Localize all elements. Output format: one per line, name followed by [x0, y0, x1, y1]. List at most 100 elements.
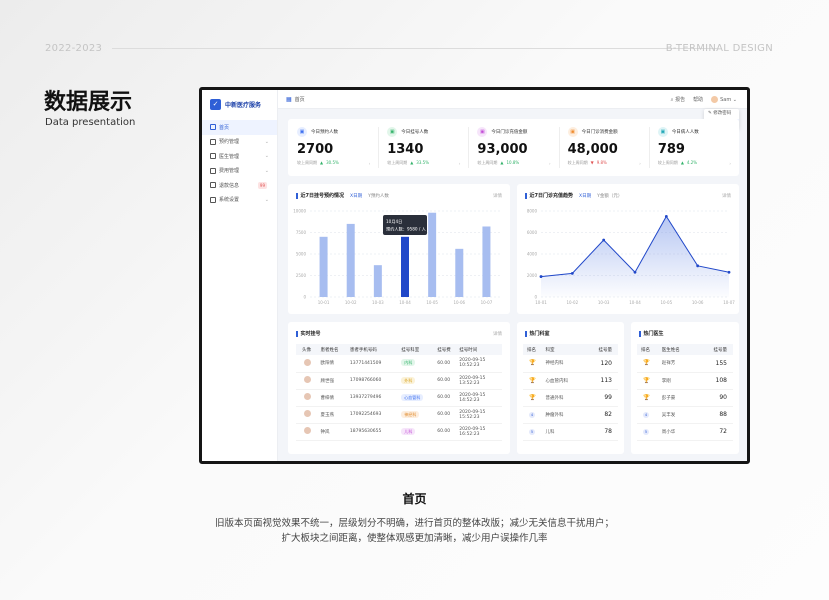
- rank-name: 肿瘤外科: [545, 406, 585, 424]
- header-divider: [112, 48, 717, 49]
- stat-pct: 4.2%: [686, 160, 698, 165]
- table-row[interactable]: 顾世强 17098766060 外科 60.00 2020-09-15 13:52:23: [296, 372, 502, 390]
- x-tick-label: 10-01: [535, 300, 547, 305]
- chevron-right-icon: ›: [639, 161, 641, 166]
- reg-time: 14:52:23: [459, 397, 480, 403]
- list-item[interactable]: 🏆 心血管内科 113: [523, 372, 618, 390]
- sidebar-item-3[interactable]: 费用管理 ⌄: [202, 164, 277, 179]
- stat-icon: ▣: [297, 127, 307, 137]
- sidebar-item-5[interactable]: 系统设置 ⌄: [202, 193, 277, 208]
- bar-chart-card: 近7日挂号预约情况 X日期 Y预约人数 详情 0 2500 5000 7500 10000 10…: [288, 184, 510, 314]
- chevron-right-icon: ›: [458, 161, 461, 166]
- x-tick-label: 10-02: [345, 300, 357, 305]
- list-item[interactable]: 🏆 彭子豪 90: [637, 389, 733, 407]
- bar: [482, 226, 491, 297]
- list-item[interactable]: 🏆 李刚 108: [637, 372, 733, 390]
- list-item[interactable]: 4 吴丰发 88: [637, 406, 733, 424]
- list-item[interactable]: 🏆 赵祥芳 155: [637, 355, 733, 373]
- column-header: 挂号量: [584, 344, 618, 355]
- y-tick-label: 4000: [527, 252, 538, 257]
- chevron-down-icon: ⌄: [264, 196, 269, 203]
- trophy-icon: 🏆: [529, 360, 536, 367]
- rank-count: 155: [695, 355, 733, 373]
- realtime-more-link[interactable]: 详情: [493, 331, 502, 337]
- rank-count: 72: [695, 423, 733, 441]
- y-tick-label: 7500: [296, 230, 307, 235]
- sidebar-item-0[interactable]: 首页: [202, 120, 277, 135]
- x-tick-label: 10-05: [661, 300, 673, 305]
- arrow-down-icon: ▼: [590, 160, 594, 165]
- menu-icon: [210, 153, 216, 160]
- sidebar-item-label: 首页: [219, 124, 230, 131]
- stat-card[interactable]: ▣ 今日预约人数 2700 较上周同期 ▲ 30.5% ›: [288, 119, 378, 176]
- dept-tag: 心血管科: [401, 393, 424, 401]
- table-row[interactable]: 欧阳倩 13771441509 内科 60.00 2020-09-15 10:52:23: [296, 355, 502, 373]
- stat-card[interactable]: ▣ 今日门诊充值金额 93,000 较上周同期 ▲ 10.8% ›: [468, 119, 558, 176]
- column-header: 头像: [296, 344, 321, 355]
- list-item[interactable]: 5 儿科 78: [523, 423, 618, 441]
- top-bar: ▦ 首页 ⌕ 报告 帮助 Sam ⌄: [278, 90, 747, 109]
- help-link[interactable]: 帮助: [693, 96, 703, 103]
- app-logo[interactable]: ✓ 中新医疗服务: [202, 90, 277, 112]
- line-more-link[interactable]: 详情: [722, 193, 731, 199]
- rank-name: 李刚: [661, 372, 696, 390]
- bar: [401, 236, 409, 297]
- bar-more-link[interactable]: 详情: [493, 193, 502, 199]
- realtime-card: 实时挂号 详情 头像 患者姓名 患者手机号码 挂号科室 挂号费 挂号时间 欧阳倩 1377144…: [288, 322, 510, 454]
- doctor-table: 排名 医生姓名 挂号量 🏆 赵祥芳 155 🏆 李刚 108 🏆 彭子豪 90 4 吴丰发 88 5 周小华 72: [637, 344, 733, 441]
- sidebar-item-label: 系统设置: [219, 197, 240, 204]
- report-link[interactable]: ⌕ 报告: [671, 96, 685, 103]
- bar: [346, 223, 355, 297]
- sidebar-item-4[interactable]: 退款信息 99: [202, 178, 277, 193]
- stat-icon: ▣: [477, 127, 488, 137]
- sidebar-item-label: 退款信息: [219, 182, 240, 189]
- app-name: 中新医疗服务: [225, 101, 262, 109]
- caption-line-1: 旧版本页面视觉效果不统一，层级划分不明确，进行首页的整体改版；减少无关信息干扰用…: [214, 518, 614, 529]
- sidebar-item-label: 预约管理: [219, 139, 240, 146]
- search-icon: ⌕: [670, 96, 674, 103]
- user-menu[interactable]: Sam ⌄: [711, 95, 737, 103]
- stat-value: 2700: [297, 142, 334, 157]
- table-row[interactable]: 钟岚 18795630655 儿科 60.00 2020-09-15 16:52:23: [296, 423, 502, 441]
- rank-count: 88: [695, 406, 733, 424]
- table-header: 头像 患者姓名 患者手机号码 挂号科室 挂号费 挂号时间: [296, 344, 502, 355]
- patient-name: 钟岚: [320, 423, 350, 441]
- line-chart-card: 近7日门诊充值趋势 X日期 Y金额（元） 详情 0 2000 4000 6000 8000 10…: [517, 184, 739, 314]
- tab-x-date[interactable]: X日期: [350, 193, 362, 199]
- trophy-icon: 🏆: [643, 377, 650, 384]
- rank-badge: 5: [529, 428, 535, 435]
- stat-card[interactable]: ▣ 今日病人人数 789 较上周同期 ▲ 4.2% ›: [648, 119, 739, 176]
- area-fill: [541, 216, 729, 297]
- rank-badge: 4: [643, 411, 649, 418]
- column-header: 科室: [545, 344, 585, 355]
- x-tick-label: 10-04: [399, 300, 411, 305]
- x-tick-label: 10-07: [723, 300, 735, 305]
- rank-name: 吴丰发: [661, 406, 696, 424]
- breadcrumb[interactable]: ▦ 首页: [286, 96, 305, 103]
- table-row[interactable]: 夏玉燕 17092254693 神经科 60.00 2020-09-15 15:52:23: [296, 406, 502, 424]
- reg-time: 16:52:23: [459, 431, 480, 437]
- user-name: Sam: [720, 96, 732, 103]
- avatar: [304, 376, 311, 383]
- chevron-down-icon: ⌄: [264, 138, 269, 145]
- stat-card[interactable]: ▣ 今日挂号人数 1340 较上周同期 ▲ 33.5% ›: [378, 119, 468, 176]
- tab-y-count[interactable]: Y预约人数: [368, 193, 389, 199]
- list-item[interactable]: 🏆 神经内科 120: [523, 355, 618, 373]
- x-tick-label: 10-06: [453, 300, 465, 305]
- tab-y-amount[interactable]: Y金额（元）: [597, 193, 622, 199]
- sidebar-item-2[interactable]: 医生管理 ⌄: [202, 149, 277, 164]
- rank-name: 心血管内科: [545, 372, 585, 390]
- list-item[interactable]: 🏆 普通外科 99: [523, 389, 618, 407]
- x-tick-label: 10-04: [629, 300, 641, 305]
- tab-x-date-2[interactable]: X日期: [579, 193, 591, 199]
- dept-tag: 神经科: [401, 410, 420, 418]
- patient-name: 顾世强: [320, 372, 350, 390]
- stat-card[interactable]: ▣ 今日门诊消费金额 48,000 较上周同期 ▼ 9.8% ›: [558, 119, 649, 176]
- list-item[interactable]: 4 肿瘤外科 82: [523, 406, 618, 424]
- list-item[interactable]: 5 周小华 72: [637, 423, 733, 441]
- change-password-item[interactable]: ✎ 修改密码: [704, 109, 739, 119]
- stat-label: 今日病人人数: [671, 130, 699, 135]
- column-header: 排名: [637, 344, 662, 355]
- table-row[interactable]: 曹梓倩 13937279496 心血管科 60.00 2020-09-15 14:52:2…: [296, 389, 502, 407]
- sidebar-item-1[interactable]: 预约管理 ⌄: [202, 135, 277, 150]
